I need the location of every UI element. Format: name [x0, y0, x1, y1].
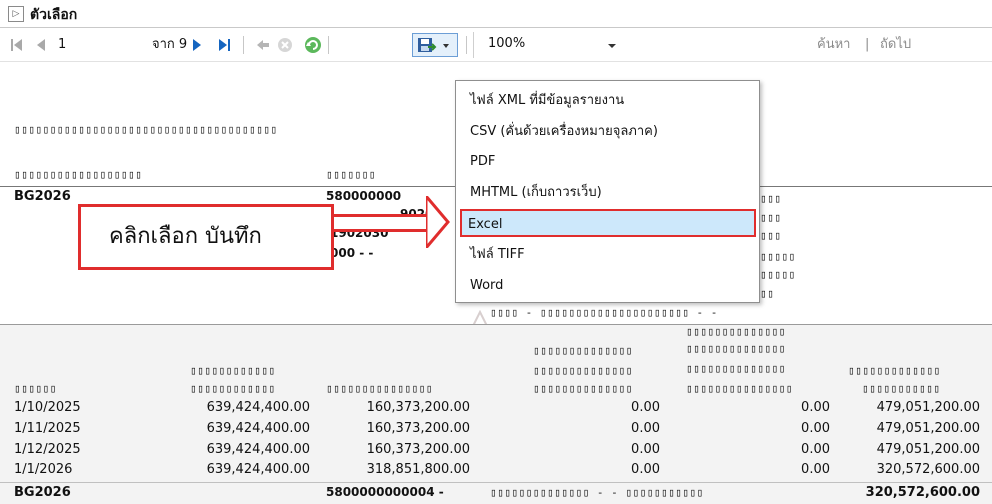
expand-icon[interactable]: ▷: [8, 6, 24, 22]
row-amount-cell: 0.00: [631, 462, 660, 477]
report-fragment: ▯▯▯▯▯: [760, 268, 796, 281]
row-amount-cell: 0.00: [631, 442, 660, 457]
row-amount-cell: 160,373,200.00: [366, 400, 470, 415]
menu-item-csv[interactable]: CSV (คั่นด้วยเครื่องหมายจุลภาค): [464, 118, 754, 146]
column-header: ▯▯▯▯▯▯▯▯▯▯▯▯▯▯: [686, 362, 786, 375]
column-header-date: ▯▯▯▯▯▯: [14, 382, 57, 395]
row-amount-cell: 160,373,200.00: [366, 421, 470, 436]
row-amount-cell: 160,373,200.00: [366, 442, 470, 457]
toolbar-divider: [243, 36, 244, 54]
toolbar-divider: [466, 36, 467, 54]
row-amount-cell: 318,851,800.00: [366, 462, 470, 477]
menu-item-tiff[interactable]: ไฟล์ TIFF: [464, 241, 754, 269]
menu-item-pdf[interactable]: PDF: [464, 148, 754, 176]
export-menu: ไฟล์ XML ที่มีข้อมูลรายงาน CSV (คั่นด้วย…: [455, 80, 760, 303]
report-dash-line: ▯▯▯▯ - ▯▯▯▯▯▯▯▯▯▯▯▯▯▯▯▯▯▯▯▯▯ - -: [490, 306, 718, 319]
back-icon[interactable]: [256, 28, 270, 62]
column-header: ▯▯▯▯▯▯▯▯▯▯▯▯▯▯▯: [326, 382, 433, 395]
row-amount-cell: 479,051,200.00: [876, 421, 980, 436]
row-amount-cell: 0.00: [631, 421, 660, 436]
column-header: ▯▯▯▯▯▯▯▯▯▯▯▯▯▯: [533, 344, 633, 357]
column-header: ▯▯▯▯▯▯▯▯▯▯▯: [862, 382, 941, 395]
column-header: ▯▯▯▯▯▯▯▯▯▯▯▯▯▯▯: [686, 382, 793, 395]
find-link[interactable]: ค้นหา: [817, 28, 850, 62]
previous-page-icon[interactable]: [36, 28, 46, 62]
chevron-down-icon: [608, 44, 616, 48]
row-amount-cell: 320,572,600.00: [876, 462, 980, 477]
row-date-cell: 1/1/2026: [14, 462, 73, 477]
callout-arrow-head-icon: [426, 196, 450, 248]
column-header: ▯▯▯▯▯▯▯▯▯▯▯▯▯▯: [686, 342, 786, 355]
export-button[interactable]: [412, 33, 458, 57]
column-header: ▯▯▯▯▯▯▯▯▯▯▯▯▯▯: [533, 364, 633, 377]
find-separator: |: [865, 37, 870, 52]
find-next-link[interactable]: ถัดไป: [880, 28, 911, 62]
toolbar-divider: [328, 36, 329, 54]
menu-item-mhtml[interactable]: MHTML (เก็บถาวรเว็บ): [464, 179, 754, 207]
first-page-icon[interactable]: [10, 28, 24, 62]
chevron-down-icon: [443, 44, 449, 48]
row-amount-cell: 0.00: [631, 400, 660, 415]
column-header: ▯▯▯▯▯▯▯▯▯▯▯▯▯: [848, 364, 941, 377]
account-code: 580000000: [326, 189, 402, 203]
row-amount-cell: 639,424,400.00: [206, 462, 310, 477]
options-bar: ▷ ตัวเลือก: [0, 0, 992, 28]
report-fragment: ▯▯▯: [760, 211, 782, 224]
save-disk-icon: [418, 38, 449, 52]
callout-arrow: [334, 214, 430, 232]
account-code-part: 000 - -: [330, 246, 374, 260]
report-fragment: ▯▯▯: [760, 192, 782, 205]
report-heading: ▯▯▯▯▯▯▯▯▯▯▯▯▯▯▯▯▯▯▯▯▯▯▯▯▯▯▯▯▯▯▯▯▯▯▯▯▯: [14, 123, 278, 136]
menu-item-excel[interactable]: Excel: [460, 209, 756, 237]
row-date-cell: 1/11/2025: [14, 421, 81, 436]
row-amount-cell: 0.00: [801, 421, 830, 436]
row-amount-cell: 479,051,200.00: [876, 442, 980, 457]
report-subheading: ▯▯▯▯▯▯▯▯▯▯▯▯▯▯▯▯▯▯: [14, 168, 143, 181]
table-divider: [0, 482, 992, 483]
row-amount-cell: 639,424,400.00: [206, 442, 310, 457]
column-header: ▯▯▯▯▯▯▯▯▯▯▯▯: [190, 382, 276, 395]
refresh-icon[interactable]: [304, 28, 322, 62]
current-page-input[interactable]: 1: [58, 28, 66, 62]
row-amount-cell: 0.00: [801, 442, 830, 457]
budget-code: BG2026: [14, 189, 71, 204]
options-title[interactable]: ตัวเลือก: [30, 4, 77, 26]
report-toolbar: 1 จาก 9 100% ค้นหา | ถัดไป: [0, 28, 992, 62]
footer-total: 320,572,600.00: [865, 485, 980, 500]
row-date-cell: 1/12/2025: [14, 442, 81, 457]
row-amount-cell: 0.00: [801, 400, 830, 415]
footer-code: BG2026: [14, 485, 71, 500]
next-page-icon[interactable]: [192, 28, 202, 62]
zoom-value: 100%: [488, 36, 526, 51]
column-header: ▯▯▯▯▯▯▯▯▯▯▯▯▯▯: [686, 325, 786, 338]
report-subheading-code: ▯▯▯▯▯▯▯: [326, 168, 376, 181]
row-amount-cell: 479,051,200.00: [876, 400, 980, 415]
row-amount-cell: 0.00: [801, 462, 830, 477]
report-fragment: ▯▯: [760, 287, 775, 300]
callout-box: คลิกเลือก บันทึก: [78, 204, 334, 270]
row-amount-cell: 639,424,400.00: [206, 421, 310, 436]
footer-account: 5800000000004 -: [326, 485, 444, 499]
column-header: ▯▯▯▯▯▯▯▯▯▯▯▯: [190, 364, 276, 377]
zoom-select[interactable]: 100%: [473, 32, 620, 58]
row-date-cell: 1/10/2025: [14, 400, 81, 415]
page-count-label: จาก 9: [152, 37, 188, 52]
row-amount-cell: 639,424,400.00: [206, 400, 310, 415]
menu-item-xml[interactable]: ไฟล์ XML ที่มีข้อมูลรายงาน: [464, 87, 754, 115]
report-fragment: ▯▯▯: [760, 229, 782, 242]
stop-icon[interactable]: [277, 28, 293, 62]
menu-item-word[interactable]: Word: [464, 272, 754, 300]
report-fragment: ▯▯▯▯▯: [760, 250, 796, 263]
footer-description: ▯▯▯▯▯▯▯▯▯▯▯▯▯▯ - - ▯▯▯▯▯▯▯▯▯▯▯: [490, 486, 704, 499]
column-header: ▯▯▯▯▯▯▯▯▯▯▯▯▯▯: [533, 382, 633, 395]
last-page-icon[interactable]: [218, 28, 232, 62]
